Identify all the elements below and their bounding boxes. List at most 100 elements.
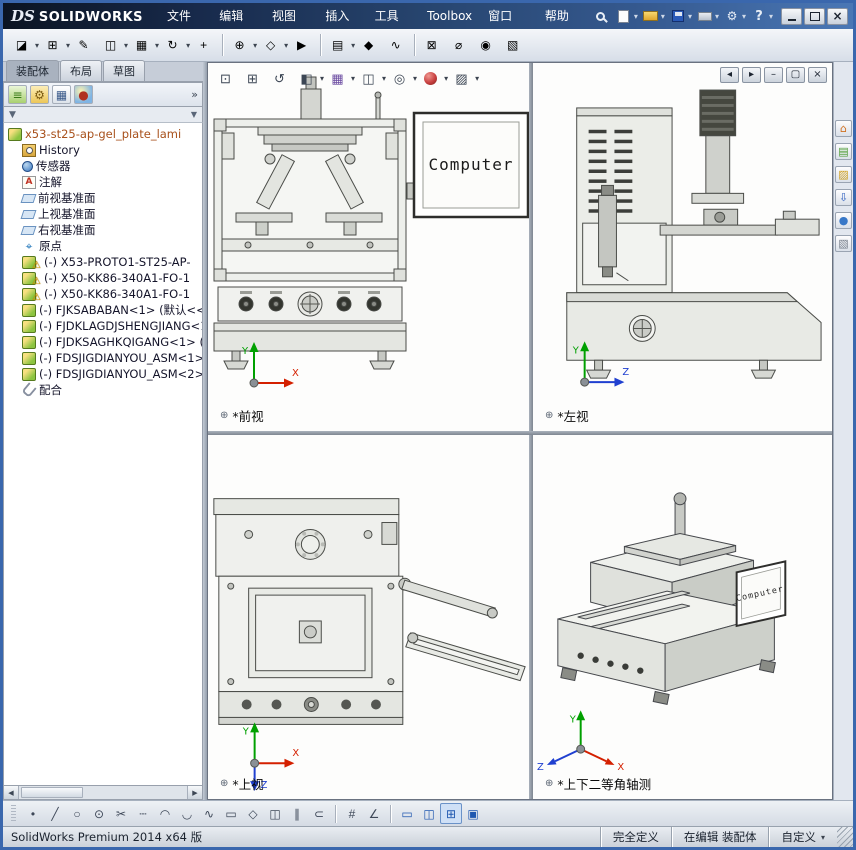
- reference-geometry-icon[interactable]: ◇: [258, 33, 283, 58]
- rotate-component-icon[interactable]: ↻: [160, 33, 185, 58]
- pane-collapse-button[interactable]: ◂: [720, 67, 739, 83]
- left-view-quadrant[interactable]: Y Z ⊕ *左视: [533, 63, 832, 431]
- line-icon[interactable]: ╱: [44, 803, 66, 824]
- ellipse-icon[interactable]: ⊙: [88, 803, 110, 824]
- tree-item[interactable]: ⚠ 上视基准面: [6, 206, 202, 222]
- single-view-icon[interactable]: ▭: [396, 803, 418, 824]
- tree-item[interactable]: ⚠ (-) FJDKSAGHKQIGANG<1> (默: [6, 334, 202, 350]
- centerline-icon[interactable]: ┄: [132, 803, 154, 824]
- scrollbar-track[interactable]: [19, 786, 187, 799]
- measure-icon[interactable]: ⌀: [446, 33, 471, 58]
- convert-entities-icon[interactable]: ⊂: [308, 803, 330, 824]
- view-palette-icon[interactable]: ⇩: [835, 189, 852, 206]
- scroll-left-button[interactable]: ◀: [4, 786, 19, 799]
- command-tab[interactable]: 装配体: [6, 60, 59, 81]
- appearances-icon[interactable]: ●: [835, 212, 852, 229]
- tree-item[interactable]: ⚠ (-) FDSJIGDIANYOU_ASM<2>: [6, 366, 202, 382]
- home-icon[interactable]: ⌂: [835, 120, 852, 137]
- open-icon[interactable]: [641, 6, 661, 26]
- command-tab[interactable]: 草图: [103, 60, 145, 81]
- tree-item[interactable]: ⚠ 配合: [6, 382, 202, 398]
- top-view-quadrant[interactable]: Y X Z ⊕ *上视: [208, 435, 529, 799]
- hide-show-items-icon[interactable]: ◎: [387, 66, 412, 91]
- menu-item[interactable]: 工具(T): [367, 3, 420, 49]
- status-custom-dropdown[interactable]: 自定义 ▾: [768, 827, 837, 847]
- apply-scene-icon[interactable]: ▨: [449, 66, 474, 91]
- tangent-arc-icon[interactable]: ◡: [176, 803, 198, 824]
- help-icon[interactable]: ?: [749, 6, 769, 26]
- tree-item[interactable]: ⚠ 传感器: [6, 158, 202, 174]
- insert-components-icon[interactable]: ⊞: [40, 33, 65, 58]
- two-view-icon[interactable]: ◫: [418, 803, 440, 824]
- tree-item[interactable]: ⌖ ⚠ 原点: [6, 238, 202, 254]
- exploded-view-icon[interactable]: ◆: [356, 33, 381, 58]
- feature-manager-tab[interactable]: ≡: [8, 85, 27, 104]
- mass-properties-icon[interactable]: ◉: [473, 33, 498, 58]
- minimize-button[interactable]: [781, 7, 802, 25]
- zoom-fit-icon[interactable]: ⊡: [213, 66, 238, 91]
- tree-item[interactable]: ⚠ (-) X50-KK86-340A1-FO-1: [6, 270, 202, 286]
- display-style-icon[interactable]: ◫: [356, 66, 381, 91]
- interference-detection-icon[interactable]: ⊠: [419, 33, 444, 58]
- spline-icon[interactable]: ∿: [198, 803, 220, 824]
- doc-minimize-button[interactable]: –: [764, 67, 783, 83]
- polygon-icon[interactable]: ◇: [242, 803, 264, 824]
- section-view-icon[interactable]: ◧: [294, 66, 319, 91]
- menu-item[interactable]: 帮助(H): [537, 3, 591, 49]
- new-motion-study-icon[interactable]: ▶: [289, 33, 314, 58]
- tree-item[interactable]: A ⚠ 注解: [6, 174, 202, 190]
- view-orientation-icon[interactable]: ▦: [325, 66, 350, 91]
- maximize-button[interactable]: [804, 7, 825, 25]
- bill-of-materials-icon[interactable]: ▤: [325, 33, 350, 58]
- explode-line-sketch-icon[interactable]: ∿: [383, 33, 408, 58]
- previous-view-icon[interactable]: ↺: [267, 66, 292, 91]
- mate-icon[interactable]: ◫: [98, 33, 123, 58]
- scrollbar-thumb[interactable]: [21, 787, 83, 798]
- menu-item[interactable]: 编辑(E): [211, 3, 264, 49]
- tree-item[interactable]: ⚠ (-) FJDKLAGDJSHENGJIANG<1: [6, 318, 202, 334]
- four-view-icon[interactable]: ⊞: [440, 803, 462, 824]
- trim-entities-icon[interactable]: ✂: [110, 803, 132, 824]
- options-icon[interactable]: ⚙: [722, 6, 742, 26]
- close-button[interactable]: ×: [827, 7, 848, 25]
- tree-item[interactable]: ⚠ 右视基准面: [6, 222, 202, 238]
- file-explorer-icon[interactable]: ▨: [835, 166, 852, 183]
- menu-item[interactable]: 窗口(W): [480, 3, 537, 49]
- design-library-icon[interactable]: ▤: [835, 143, 852, 160]
- custom-properties-icon[interactable]: ▧: [835, 235, 852, 252]
- tree-item[interactable]: ⚠ (-) FJKSABABAN<1> (默认<<: [6, 302, 202, 318]
- zoom-area-icon[interactable]: ⊞: [240, 66, 265, 91]
- menu-item[interactable]: Toolbox: [419, 3, 480, 29]
- menu-item[interactable]: 文件(F): [159, 3, 211, 49]
- configuration-manager-tab[interactable]: ▦: [52, 85, 71, 104]
- menu-item[interactable]: 视图(V): [264, 3, 317, 49]
- tree-item[interactable]: ⚠ 前视基准面: [6, 190, 202, 206]
- smart-fasteners-icon[interactable]: ✎: [71, 33, 96, 58]
- circle-icon[interactable]: ○: [66, 803, 88, 824]
- toolbar-grip[interactable]: [11, 804, 16, 823]
- mirror-entities-icon[interactable]: ◫: [264, 803, 286, 824]
- resize-grip[interactable]: [837, 827, 853, 847]
- property-manager-tab[interactable]: ⚙: [30, 85, 49, 104]
- edit-appearance-icon[interactable]: ●: [418, 66, 443, 91]
- tree-item[interactable]: ⚠ (-) FDSJIGDIANYOU_ASM<1>: [6, 350, 202, 366]
- grid-snap-icon[interactable]: #: [341, 803, 363, 824]
- tree-item[interactable]: ⚠ (-) X50-KK86-340A1-FO-1: [6, 286, 202, 302]
- command-tab[interactable]: 布局: [60, 60, 102, 81]
- doc-restore-button[interactable]: ▢: [786, 67, 805, 83]
- overflow-chevron-icon[interactable]: »: [191, 88, 198, 101]
- section-properties-icon[interactable]: ▧: [500, 33, 525, 58]
- pane-expand-button[interactable]: ▸: [742, 67, 761, 83]
- linear-component-pattern-icon[interactable]: ▦: [129, 33, 154, 58]
- angle-snap-icon[interactable]: ∠: [363, 803, 385, 824]
- tree-item[interactable]: ⚠ History: [6, 142, 202, 158]
- save-icon[interactable]: [668, 6, 688, 26]
- menu-item[interactable]: 插入(I): [317, 3, 366, 49]
- print-icon[interactable]: [695, 6, 715, 26]
- filter-dropdown-icon[interactable]: ▼: [191, 110, 197, 119]
- front-view-quadrant[interactable]: Computer Y X ⊕ *前视: [208, 63, 529, 431]
- new-document-icon[interactable]: [614, 6, 634, 26]
- display-manager-tab[interactable]: ●: [74, 85, 93, 104]
- scroll-right-button[interactable]: ▶: [187, 786, 202, 799]
- link-views-icon[interactable]: ▣: [462, 803, 484, 824]
